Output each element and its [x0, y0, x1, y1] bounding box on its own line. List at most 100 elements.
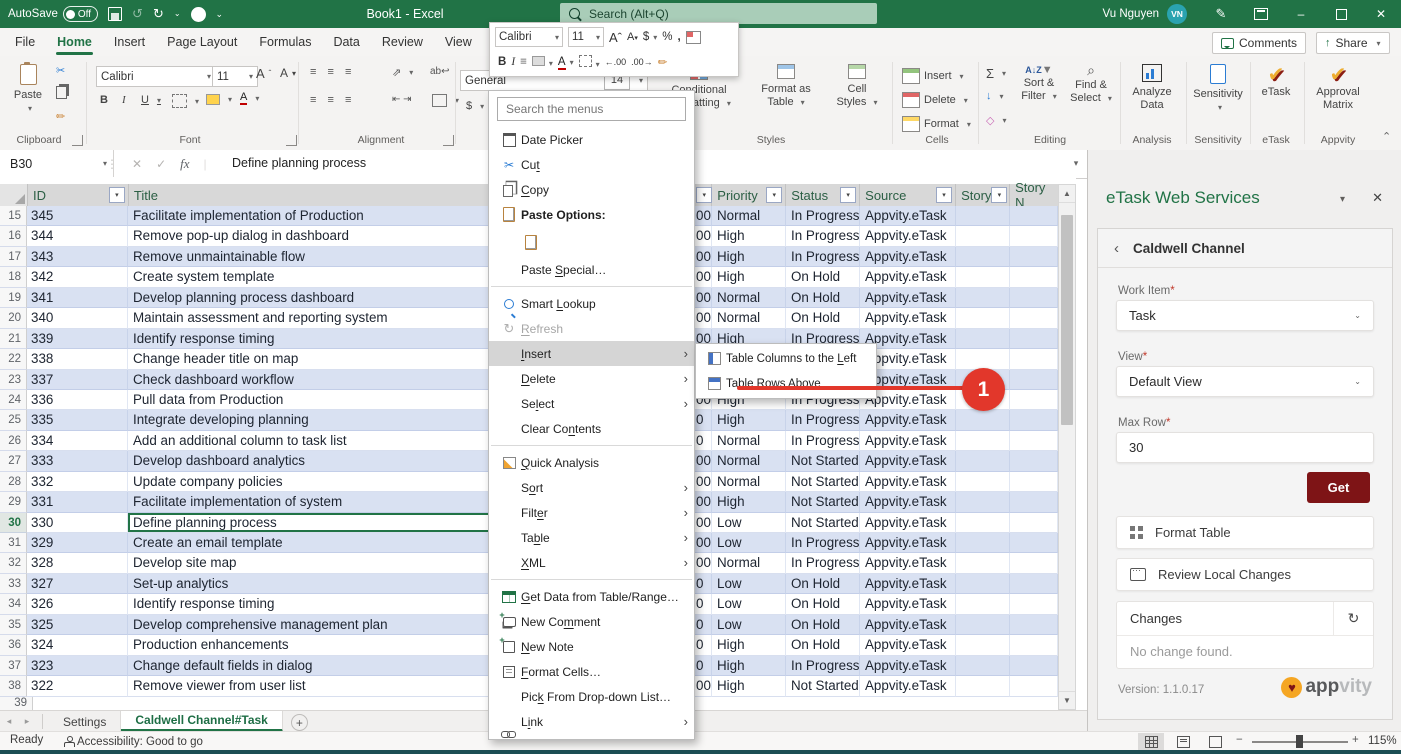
cell-source[interactable]: Appvity.eTask — [860, 656, 956, 676]
cell-status[interactable]: On Hold — [786, 594, 860, 614]
row-number[interactable]: 24 — [0, 390, 27, 410]
cell-source[interactable]: Appvity.eTask — [860, 635, 956, 655]
cell-story-n[interactable] — [1010, 594, 1058, 614]
cell-hidden[interactable]: 00 — [695, 533, 712, 553]
avatar[interactable]: VN — [1167, 4, 1187, 24]
etask-button[interactable]: ✔eTask — [1254, 64, 1298, 99]
row-number[interactable]: 18 — [0, 267, 27, 287]
pane-menu-icon[interactable]: ▾ — [1340, 194, 1345, 205]
cell-story-n[interactable] — [1010, 472, 1058, 492]
paste-button[interactable]: Paste▾ — [6, 64, 50, 115]
cell-story-n[interactable] — [1010, 676, 1058, 696]
mini-format-table-icon[interactable] — [686, 31, 701, 44]
close-button[interactable]: ✕ — [1361, 0, 1401, 28]
cell-id[interactable]: 341 — [27, 288, 128, 308]
cell-story[interactable] — [956, 533, 1010, 553]
filter-icon[interactable] — [840, 187, 856, 203]
cell-hidden[interactable]: 00 — [695, 492, 712, 512]
menu-item-new-note[interactable]: New Note › — [489, 634, 694, 659]
row-number[interactable]: 19 — [0, 288, 27, 308]
cell-priority[interactable]: Normal — [712, 431, 786, 451]
menu-item-sort[interactable]: Sort › — [489, 475, 694, 500]
cell-id[interactable]: 329 — [27, 533, 128, 553]
cell-id[interactable]: 336 — [27, 390, 128, 410]
font-size-select[interactable]: 11▾ — [212, 66, 258, 87]
scrollbar-thumb[interactable] — [1061, 215, 1073, 425]
cell-priority[interactable]: High — [712, 492, 786, 512]
approval-matrix-button[interactable]: ✔ApprovalMatrix — [1308, 64, 1368, 112]
cell-status[interactable]: On Hold — [786, 288, 860, 308]
cell-priority[interactable]: Normal — [712, 288, 786, 308]
cell-story-n[interactable] — [1010, 206, 1058, 226]
row-number[interactable]: 30 — [0, 513, 27, 533]
cell-source[interactable]: Appvity.eTask — [860, 553, 956, 573]
cell-story[interactable] — [956, 247, 1010, 267]
ribbon-tab[interactable]: Home — [46, 28, 103, 56]
mini-font-color-icon[interactable]: A▾ — [558, 56, 574, 68]
cell-story[interactable] — [956, 206, 1010, 226]
cell-hidden[interactable]: 0 — [695, 656, 712, 676]
submenu-item-table-columns-left[interactable]: Table Columns to the Left — [696, 346, 876, 371]
mini-font-size-select[interactable]: 11▾ — [568, 27, 604, 47]
cell-source[interactable]: Appvity.eTask — [860, 513, 956, 533]
cell-story-n[interactable] — [1010, 226, 1058, 246]
cell-story[interactable] — [956, 676, 1010, 696]
menu-item-paste-special[interactable]: Paste Special… › — [489, 257, 694, 282]
page-layout-view-button[interactable] — [1170, 733, 1196, 750]
pane-close-icon[interactable]: ✕ — [1372, 190, 1383, 206]
fill-icon[interactable]: ↓▾ — [986, 90, 1004, 102]
cell-status[interactable]: Not Started — [786, 451, 860, 471]
row-number[interactable]: 36 — [0, 635, 27, 655]
cell-id[interactable]: 326 — [27, 594, 128, 614]
cell-story[interactable] — [956, 513, 1010, 533]
cell-hidden[interactable]: 00 — [695, 676, 712, 696]
mini-borders-icon[interactable]: ▾ — [579, 55, 600, 70]
cut-button[interactable]: ✂ — [56, 64, 65, 77]
column-header-id[interactable]: ID — [28, 184, 129, 206]
cell-id[interactable]: 333 — [27, 451, 128, 471]
cell-source[interactable]: Appvity.eTask — [860, 615, 956, 635]
cell-story[interactable] — [956, 410, 1010, 430]
cell-source[interactable]: Appvity.eTask — [860, 451, 956, 471]
mini-format-painter-icon[interactable]: ✏ — [658, 55, 668, 69]
font-dialog-launcher[interactable] — [286, 135, 297, 146]
zoom-level[interactable]: 115% — [1368, 735, 1397, 747]
menu-item-quick-analysis[interactable]: Quick Analysis › — [489, 450, 694, 475]
mini-fill-color-icon[interactable]: ▾ — [532, 56, 553, 69]
filter-icon[interactable] — [936, 187, 952, 203]
cell-priority[interactable]: High — [712, 635, 786, 655]
customize-toolbar-icon[interactable]: ⌄ — [216, 0, 224, 28]
analyze-data-button[interactable]: AnalyzeData — [1126, 64, 1178, 112]
ribbon-tab[interactable]: View — [434, 28, 483, 56]
get-button[interactable]: Get — [1307, 472, 1370, 503]
menu-item-smart-lookup[interactable]: Smart Lookup › — [489, 291, 694, 316]
cell-story[interactable] — [956, 288, 1010, 308]
ribbon-tab[interactable]: Data — [322, 28, 370, 56]
ribbon-tab[interactable]: Insert — [103, 28, 156, 56]
cell-id[interactable]: 324 — [27, 635, 128, 655]
menu-item-link[interactable]: Link › — [489, 709, 694, 734]
menu-item-new-comment[interactable]: New Comment › — [489, 609, 694, 634]
cell-story[interactable] — [956, 329, 1010, 349]
cell-story-n[interactable] — [1010, 329, 1058, 349]
cell-story-n[interactable] — [1010, 370, 1058, 390]
cell-source[interactable]: Appvity.eTask — [860, 226, 956, 246]
cell-source[interactable]: Appvity.eTask — [860, 267, 956, 287]
decrease-font-icon[interactable]: A▾ — [280, 66, 296, 80]
column-header-story[interactable]: Story — [956, 184, 1010, 206]
back-chevron-icon[interactable]: ‹ — [1114, 240, 1119, 257]
user-name[interactable]: Vu Nguyen — [1103, 8, 1159, 20]
cell-hidden[interactable]: 00 — [695, 247, 712, 267]
mini-comma-icon[interactable]: , — [678, 31, 681, 43]
add-sheet-icon[interactable]: + — [291, 714, 308, 731]
cell-story-n[interactable] — [1010, 308, 1058, 328]
fill-color-icon[interactable]: ▾ — [206, 94, 232, 105]
cell-story-n[interactable] — [1010, 492, 1058, 512]
undo-icon[interactable]: ↺ — [132, 0, 143, 28]
cell-hidden[interactable]: 00 — [695, 472, 712, 492]
cell-id[interactable]: 322 — [27, 676, 128, 696]
menu-item-paste-button[interactable]: › — [489, 227, 694, 257]
menu-item-paste-options[interactable]: Paste Options: › — [489, 202, 694, 227]
ribbon-tab[interactable]: Formulas — [248, 28, 322, 56]
wrap-text-icon[interactable]: ab↩ — [430, 66, 450, 77]
